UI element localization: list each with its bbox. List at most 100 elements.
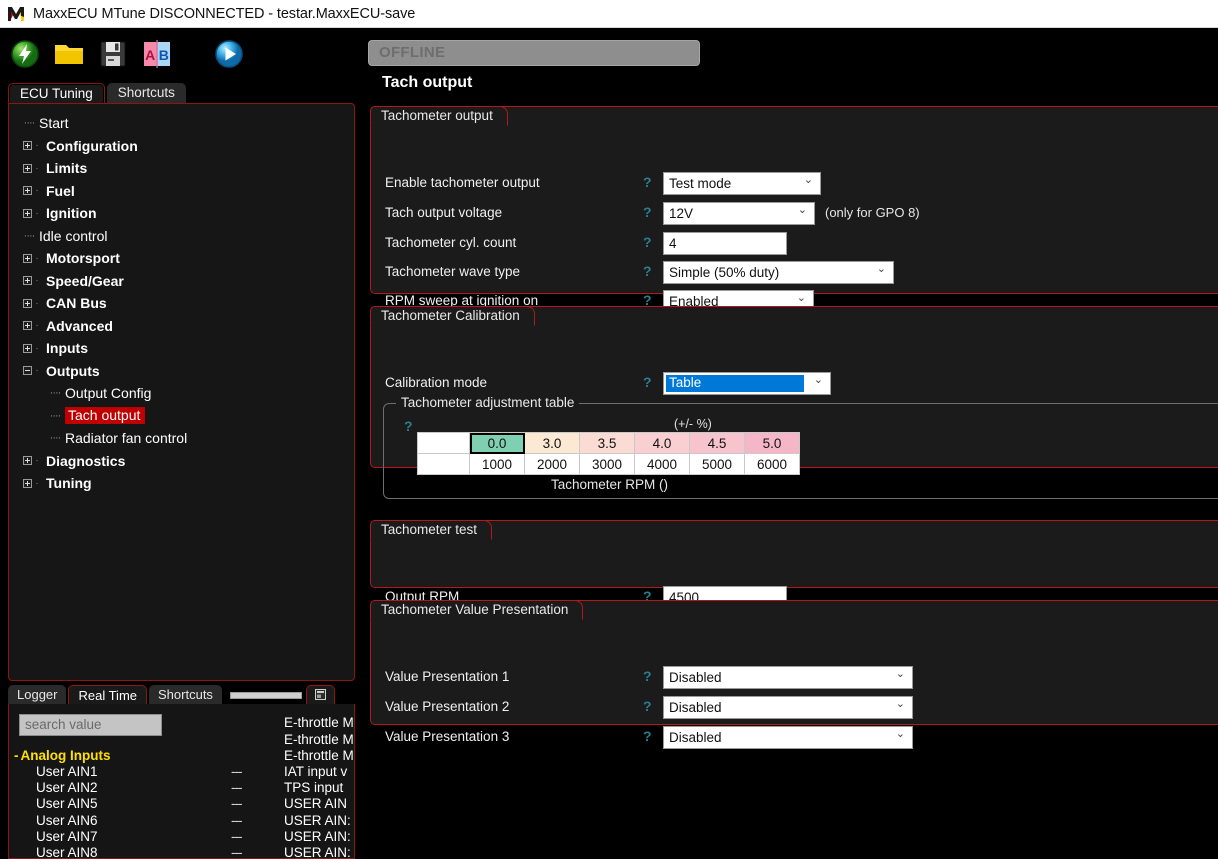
tree-item-start[interactable]: ···· Start xyxy=(9,112,354,135)
tree-item-motorsport[interactable]: · Motorsport xyxy=(9,247,354,270)
chevron-down-icon[interactable]: ⌄ xyxy=(877,262,886,280)
tab-overflow-scrollbar[interactable] xyxy=(229,692,302,699)
tab-ecu-tuning[interactable]: ECU Tuning xyxy=(8,83,105,104)
field-row: Value Presentation 2? Disabled ⌄ xyxy=(371,696,1218,724)
tree-item-ignition[interactable]: · Ignition xyxy=(9,202,354,225)
open-folder-icon[interactable] xyxy=(50,35,88,73)
bottom-tab-real-time[interactable]: Real Time xyxy=(68,685,148,705)
tree-item-idle-control[interactable]: ···· Idle control xyxy=(9,225,354,248)
help-icon[interactable]: ? xyxy=(643,234,652,250)
tree-item-limits[interactable]: · Limits xyxy=(9,157,354,180)
chevron-down-icon[interactable]: ⌄ xyxy=(804,173,813,191)
table-axis-cell[interactable]: 6000 xyxy=(744,453,800,475)
expand-plus-icon[interactable] xyxy=(23,276,32,286)
panel-tab-mask xyxy=(371,540,491,542)
expand-plus-icon[interactable] xyxy=(23,321,32,331)
panel-header-tachometer-value-presentation: Tachometer Value Presentation xyxy=(370,600,584,620)
expand-plus-icon[interactable] xyxy=(23,141,32,151)
offline-status-button[interactable]: OFFLINE xyxy=(368,40,700,66)
help-icon[interactable]: ? xyxy=(404,418,413,434)
table-axis-cell[interactable]: 2000 xyxy=(524,453,580,475)
realtime-right-row[interactable]: USER AIN: xyxy=(284,845,354,858)
dropdown-select[interactable]: Table ⌄ xyxy=(663,372,831,395)
help-icon[interactable]: ? xyxy=(643,174,652,190)
table-value-cell[interactable]: 3.0 xyxy=(524,432,580,454)
expand-plus-icon[interactable] xyxy=(23,253,32,263)
help-icon[interactable]: ? xyxy=(643,728,652,744)
chevron-down-icon[interactable]: ⌄ xyxy=(798,203,807,221)
dropdown-select[interactable]: 12V ⌄ xyxy=(663,202,815,225)
table-axis-cell[interactable]: 4000 xyxy=(634,453,690,475)
table-axis-cell[interactable]: 5000 xyxy=(689,453,745,475)
save-disk-icon[interactable] xyxy=(94,35,132,73)
expand-plus-icon[interactable] xyxy=(23,298,32,308)
tree-item-configuration[interactable]: · Configuration xyxy=(9,135,354,158)
table-value-cell[interactable]: 3.5 xyxy=(579,432,635,454)
realtime-right-row[interactable]: USER AIN: xyxy=(284,829,354,845)
table-axis-cell[interactable]: 1000 xyxy=(469,453,525,475)
dropdown-select[interactable]: Disabled ⌄ xyxy=(663,726,913,749)
expand-plus-icon[interactable] xyxy=(23,343,32,353)
collapse-marker[interactable]: - xyxy=(14,748,19,763)
tree-item-diagnostics[interactable]: · Diagnostics xyxy=(9,450,354,473)
realtime-row-name: User AIN1 xyxy=(36,764,98,779)
realtime-group-header[interactable]: - Analog Inputs xyxy=(14,748,111,763)
tree-item-tach-output[interactable]: ···· Tach output xyxy=(9,405,354,428)
help-icon[interactable]: ? xyxy=(643,698,652,714)
chevron-down-icon[interactable]: ⌄ xyxy=(896,727,905,745)
help-icon[interactable]: ? xyxy=(643,263,652,279)
realtime-right-row[interactable]: TPS input xyxy=(284,780,354,796)
expand-plus-icon[interactable] xyxy=(23,456,32,466)
connect-icon[interactable] xyxy=(6,35,44,73)
tree-item-advanced[interactable]: · Advanced xyxy=(9,315,354,338)
dropdown-select[interactable]: Test mode ⌄ xyxy=(663,172,821,195)
table-value-cell[interactable]: 0.0 xyxy=(469,432,525,454)
tree-item-radiator-fan-control[interactable]: ···· Radiator fan control xyxy=(9,427,354,450)
compare-ab-icon[interactable]: A B xyxy=(138,35,176,73)
tree-item-outputs[interactable]: · Outputs xyxy=(9,360,354,383)
realtime-right-row[interactable]: E-throttle M xyxy=(284,748,354,764)
realtime-right-row[interactable]: USER AIN: xyxy=(284,813,354,829)
chevron-down-icon[interactable]: ⌄ xyxy=(814,373,823,391)
dropdown-select[interactable]: Disabled ⌄ xyxy=(663,696,913,719)
ecu-tuning-tree: ···· Start · Configuration · Limits · Fuel · Igni… xyxy=(9,104,354,495)
realtime-right-row[interactable]: E-throttle M xyxy=(284,715,354,731)
tree-item-tuning[interactable]: · Tuning xyxy=(9,472,354,495)
help-icon[interactable]: ? xyxy=(643,204,652,220)
bottom-tab-logger[interactable]: Logger xyxy=(8,685,67,705)
tree-item-speed-gear[interactable]: · Speed/Gear xyxy=(9,270,354,293)
tree-connector: · xyxy=(35,207,39,219)
realtime-right-row[interactable]: E-throttle M xyxy=(284,732,354,748)
help-icon[interactable]: ? xyxy=(643,374,652,390)
text-input[interactable]: 4 xyxy=(663,232,787,255)
expand-plus-icon[interactable] xyxy=(23,163,32,173)
table-value-cell[interactable]: 4.0 xyxy=(634,432,690,454)
realtime-right-row[interactable]: IAT input v xyxy=(284,764,354,780)
realtime-right-row[interactable]: USER AIN xyxy=(284,796,354,812)
tree-item-fuel[interactable]: · Fuel xyxy=(9,180,354,203)
tree-item-can-bus[interactable]: · CAN Bus xyxy=(9,292,354,315)
tree-item-output-config[interactable]: ···· Output Config xyxy=(9,382,354,405)
dropdown-select[interactable]: Simple (50% duty) ⌄ xyxy=(663,261,894,284)
play-icon[interactable] xyxy=(210,35,248,73)
bottom-tab-shortcuts[interactable]: Shortcuts xyxy=(149,685,222,705)
table-value-cell[interactable]: 5.0 xyxy=(744,432,800,454)
help-icon[interactable]: ? xyxy=(643,668,652,684)
field-label: Value Presentation 1 xyxy=(385,669,510,684)
bottom-tab-extra-window[interactable] xyxy=(305,685,335,705)
dropdown-select[interactable]: Disabled ⌄ xyxy=(663,666,913,689)
expand-plus-icon[interactable] xyxy=(23,186,32,196)
chevron-down-icon[interactable]: ⌄ xyxy=(896,697,905,715)
tab-shortcuts[interactable]: Shortcuts xyxy=(106,83,186,104)
table-axis-cell[interactable]: 3000 xyxy=(579,453,635,475)
table-value-cell[interactable]: 4.5 xyxy=(689,432,745,454)
tachometer-adjustment-table[interactable]: 0.0 3.0 3.5 4.0 4.5 5.0 1000 2000 3000 4000 5000 60… xyxy=(417,432,800,475)
search-input[interactable]: search value xyxy=(19,714,162,736)
expand-plus-icon[interactable] xyxy=(23,478,32,488)
tree-item-inputs[interactable]: · Inputs xyxy=(9,337,354,360)
ecu-tuning-tree-panel: ···· Start · Configuration · Limits · Fuel · Igni… xyxy=(8,103,355,681)
chevron-down-icon[interactable]: ⌄ xyxy=(896,667,905,685)
field-label: Value Presentation 2 xyxy=(385,699,510,714)
expand-plus-icon[interactable] xyxy=(23,208,32,218)
collapse-minus-icon[interactable] xyxy=(23,366,32,376)
